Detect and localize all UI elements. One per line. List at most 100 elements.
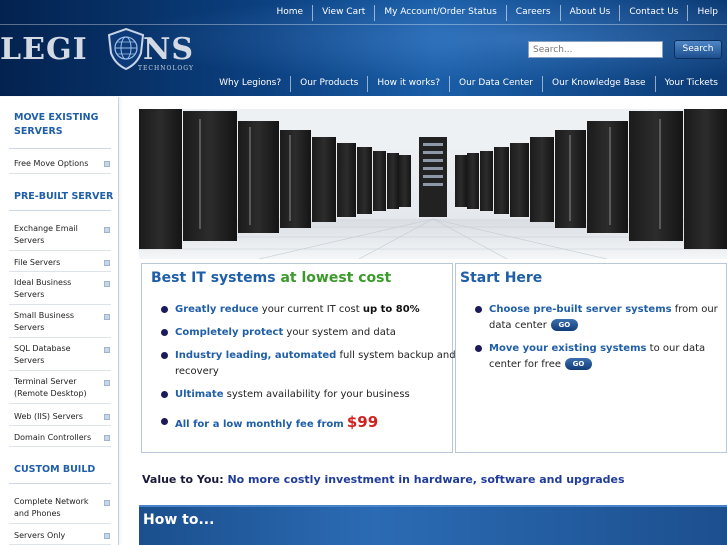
sidebar-item-servers-only[interactable]: Servers Only xyxy=(9,527,111,545)
nav-how-it-works[interactable]: How it works? xyxy=(367,76,449,92)
search-button[interactable]: Search xyxy=(674,40,722,59)
start-item-move-continued: center for free GO xyxy=(489,357,592,373)
choose-prebuilt-link[interactable]: Choose pre-built server systems xyxy=(489,304,672,315)
nav-why-legions[interactable]: Why Legions? xyxy=(210,76,290,92)
expand-icon xyxy=(104,500,110,506)
sidebar-divider xyxy=(9,210,111,211)
expand-icon xyxy=(104,260,110,266)
expand-icon xyxy=(104,414,110,420)
sidebar-item-label: Servers xyxy=(14,323,45,332)
nav-our-products[interactable]: Our Products xyxy=(290,76,367,92)
sidebar-item-label: Servers xyxy=(14,290,45,299)
bullet-icon xyxy=(161,306,168,313)
sidebar: MOVE EXISTING SERVERS Free Move Options … xyxy=(0,97,119,545)
start-item-move: Move your existing systems to our data xyxy=(489,343,706,354)
sidebar-item-ideal-business[interactable]: Ideal Business Servers xyxy=(9,275,111,305)
sidebar-item-domain-controllers[interactable]: Domain Controllers xyxy=(9,428,111,447)
search-input[interactable] xyxy=(528,41,663,58)
bullet-icon xyxy=(161,329,168,336)
value-label: Value to You: xyxy=(142,473,224,486)
how-to-title: How to... xyxy=(143,512,215,528)
sidebar-item-label: Domain Controllers xyxy=(14,433,92,442)
nav-knowledge-base[interactable]: Our Knowledge Base xyxy=(542,76,655,92)
sidebar-item-label: Servers xyxy=(14,356,45,365)
sidebar-heading-move-l2: SERVERS xyxy=(14,126,63,137)
logo-text-left: LEGI xyxy=(0,32,88,67)
sidebar-item-label: Free Move Options xyxy=(14,159,89,168)
expand-icon xyxy=(104,281,110,287)
sidebar-item-exchange-email[interactable]: Exchange Email Servers xyxy=(9,221,111,251)
go-button-prebuilt[interactable]: GO xyxy=(550,319,578,331)
sidebar-heading-custom: CUSTOM BUILD xyxy=(14,464,96,475)
benefit-item-price: All for a low monthly fee from $99 xyxy=(175,413,379,431)
bullet-icon xyxy=(475,306,482,313)
sidebar-item-label: Servers xyxy=(14,236,45,245)
nav-your-tickets[interactable]: Your Tickets xyxy=(654,76,727,92)
sidebar-item-label: (Remote Desktop) xyxy=(14,389,87,398)
site-header: Home View Cart My Account/Order Status C… xyxy=(0,0,727,96)
expand-icon xyxy=(104,161,110,167)
sidebar-item-label: Complete Network xyxy=(14,497,89,506)
top-nav-contact[interactable]: Contact Us xyxy=(619,5,687,21)
top-nav-account[interactable]: My Account/Order Status xyxy=(374,5,505,21)
expand-icon xyxy=(104,227,110,233)
bullet-icon xyxy=(161,391,168,398)
start-here-box: Start Here Choose pre-built server syste… xyxy=(455,263,727,453)
sidebar-item-complete-network[interactable]: Complete Network and Phones xyxy=(9,494,111,524)
start-here-title: Start Here xyxy=(460,270,543,286)
main-nav: Why Legions? Our Products How it works? … xyxy=(210,76,727,92)
sidebar-item-label: SQL Database xyxy=(14,344,71,353)
header-divider xyxy=(0,24,727,25)
site-logo[interactable]: LEGI NS TECHNOLOGY xyxy=(0,27,200,75)
top-nav-careers[interactable]: Careers xyxy=(505,5,560,21)
sidebar-item-label: and Phones xyxy=(14,509,61,518)
top-nav: Home View Cart My Account/Order Status C… xyxy=(268,5,727,21)
expand-icon xyxy=(104,314,110,320)
sidebar-item-file-servers[interactable]: File Servers xyxy=(9,253,111,272)
sidebar-item-label: File Servers xyxy=(14,258,61,267)
nav-data-center[interactable]: Our Data Center xyxy=(449,76,542,92)
benefits-title-green: at lowest cost xyxy=(280,270,392,286)
sidebar-item-free-move-options[interactable]: Free Move Options xyxy=(9,154,111,174)
sidebar-item-label: Servers Only xyxy=(14,531,66,540)
benefits-box: Best IT systems at lowest cost Greatly r… xyxy=(141,263,456,453)
value-statement: Value to You: No more costly investment … xyxy=(142,473,625,486)
benefits-title: Best IT systems at lowest cost xyxy=(151,270,391,286)
bullet-icon xyxy=(475,345,482,352)
bullet-icon xyxy=(161,418,168,425)
sidebar-item-label: Web (IIS) Servers xyxy=(14,412,83,421)
go-button-move[interactable]: GO xyxy=(565,358,592,370)
how-to-panel: How to... xyxy=(139,505,727,545)
benefits-title-blue: Best IT systems xyxy=(151,270,276,286)
sidebar-heading-move-l1: MOVE EXISTING xyxy=(14,112,99,123)
start-item-prebuilt-continued: data center GO xyxy=(489,318,578,334)
logo-tagline: TECHNOLOGY xyxy=(138,65,194,72)
sidebar-item-label: Small Business xyxy=(14,311,75,320)
benefit-item: Ultimate system availability for your bu… xyxy=(175,389,410,400)
move-existing-link[interactable]: Move your existing systems xyxy=(489,343,646,354)
sidebar-item-label: Ideal Business xyxy=(14,278,72,287)
data-center-banner xyxy=(139,109,727,259)
sidebar-item-small-business[interactable]: Small Business Servers xyxy=(9,308,111,338)
price-value: $99 xyxy=(346,413,379,431)
benefit-item: Industry leading, automated full system … xyxy=(175,350,456,361)
sidebar-item-label: Exchange Email xyxy=(14,224,78,233)
sidebar-divider xyxy=(9,148,111,149)
top-nav-home[interactable]: Home xyxy=(268,5,313,21)
bullet-icon xyxy=(161,352,168,359)
sidebar-item-sql-database[interactable]: SQL Database Servers xyxy=(9,341,111,371)
logo-text-right: NS xyxy=(143,32,195,67)
benefit-item-continued: recovery xyxy=(175,366,219,377)
sidebar-item-web-iis[interactable]: Web (IIS) Servers xyxy=(9,407,111,426)
sidebar-item-label: Terminal Server xyxy=(14,377,77,386)
sidebar-divider xyxy=(9,483,111,484)
benefit-item: Greatly reduce your current IT cost up t… xyxy=(175,304,420,315)
sidebar-item-terminal-server[interactable]: Terminal Server (Remote Desktop) xyxy=(9,374,111,404)
benefit-item: Completely protect your system and data xyxy=(175,327,396,338)
sidebar-heading-prebuilt: PRE-BUILT SERVER xyxy=(14,191,114,202)
top-nav-view-cart[interactable]: View Cart xyxy=(312,5,374,21)
expand-icon xyxy=(104,347,110,353)
top-nav-help[interactable]: Help xyxy=(687,5,727,21)
value-text: No more costly investment in hardware, s… xyxy=(227,473,625,486)
top-nav-about[interactable]: About Us xyxy=(559,5,620,21)
